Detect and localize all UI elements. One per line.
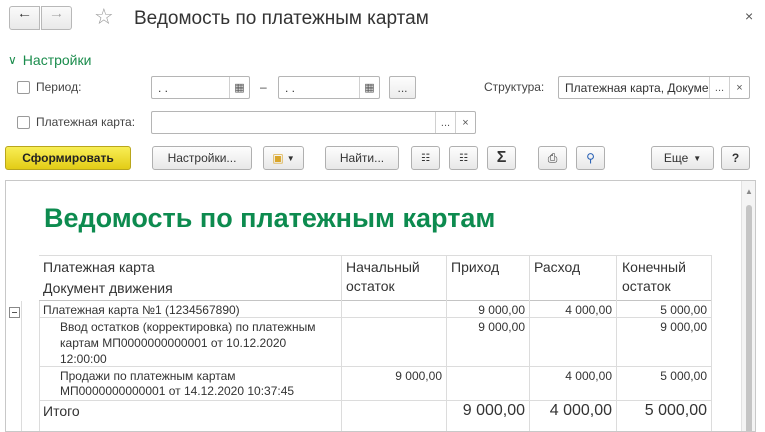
forward-button[interactable]: 🠂 (41, 6, 72, 30)
calendar-icon[interactable]: ▦ (359, 77, 379, 98)
chevron-down-icon: ∨ (8, 53, 17, 67)
table-row-name: картам МП0000000000001 от 10.12.2020 (60, 336, 287, 350)
print-button[interactable]: ⎙ (538, 146, 567, 170)
table-row-name: МП0000000000001 от 14.12.2020 10:37:45 (60, 384, 295, 398)
structure-field[interactable]: Платежная карта, Документ ... × (558, 76, 750, 99)
window-title: Ведомость по платежным картам (134, 8, 429, 29)
structure-select-button[interactable]: ... (709, 77, 729, 98)
table-row-income: 9 000,00 (478, 320, 525, 334)
sum-button[interactable]: Σ (487, 146, 516, 170)
collapse-groups-icon: ☷ (421, 152, 430, 164)
header-income: Приход (451, 259, 500, 275)
period-label: Период: (36, 80, 82, 94)
card-field[interactable]: ... × (151, 111, 476, 134)
save-variant-button[interactable]: ▣ ▼ (263, 146, 304, 170)
settings-toggle[interactable]: ∨ Настройки (8, 52, 91, 68)
period-from-value: . . (158, 80, 169, 95)
table-row-closing: 5 000,00 (660, 369, 707, 383)
total-closing: 5 000,00 (644, 402, 707, 419)
period-select-button[interactable]: ... (389, 76, 416, 99)
header-opening-1: Начальный (346, 259, 420, 275)
more-button[interactable]: Еще ▼ (651, 146, 714, 170)
table-row-name: Ввод остатков (корректировка) по платежн… (60, 320, 316, 334)
chevron-down-icon: ▼ (693, 153, 702, 163)
arrow-right-icon: 🠂 (51, 8, 62, 23)
card-select-button[interactable]: ... (435, 112, 455, 133)
scroll-up-icon[interactable]: ▲ (745, 187, 753, 196)
scroll-thumb[interactable] (746, 205, 752, 431)
table-row-name: Платежная карта №1 (1234567890) (43, 303, 240, 317)
table-row-income: 9 000,00 (478, 303, 525, 317)
structure-value: Платежная карта, Документ (565, 80, 709, 95)
preview-icon: ⚲ (586, 151, 595, 165)
table-row-opening: 9 000,00 (395, 369, 442, 383)
arrow-left-icon: 🠀 (19, 8, 30, 23)
total-label: Итого (43, 403, 80, 419)
period-dash: – (260, 80, 267, 94)
collapse-groups-button[interactable]: ☷ (411, 146, 440, 170)
period-from-field[interactable]: . . ▦ (151, 76, 250, 99)
expand-groups-button[interactable]: ☷ (449, 146, 478, 170)
collapse-group-icon[interactable] (9, 307, 20, 318)
folder-icon: ▣ (272, 151, 284, 165)
chevron-down-icon: ▼ (286, 153, 295, 163)
header-opening-2: остаток (346, 278, 395, 294)
settings-header-label: Настройки (22, 52, 92, 68)
table-row-closing: 5 000,00 (660, 303, 707, 317)
clear-icon[interactable]: × (729, 77, 749, 98)
close-icon[interactable]: × (745, 8, 753, 24)
table-row-closing: 9 000,00 (660, 320, 707, 334)
header-expense: Расход (534, 259, 581, 275)
table-row-expense: 4 000,00 (565, 303, 612, 317)
total-income: 9 000,00 (462, 402, 525, 419)
expand-groups-icon: ☷ (459, 152, 468, 164)
header-card: Платежная карта (43, 259, 155, 275)
header-closing-2: остаток (622, 278, 671, 294)
card-label: Платежная карта: (36, 115, 136, 129)
report-area[interactable]: Ведомость по платежным картам Платежная … (5, 180, 756, 432)
back-button[interactable]: 🠀 (9, 6, 40, 30)
generate-button[interactable]: Сформировать (5, 146, 131, 170)
period-to-field[interactable]: . . ▦ (278, 76, 380, 99)
table-row-name: 12:00:00 (60, 352, 107, 366)
period-to-value: . . (285, 80, 296, 95)
calendar-icon[interactable]: ▦ (229, 77, 249, 98)
period-checkbox[interactable] (17, 81, 30, 94)
structure-label: Структура: (484, 80, 545, 94)
card-checkbox[interactable] (17, 116, 30, 129)
find-button[interactable]: Найти... (325, 146, 399, 170)
vertical-scrollbar[interactable]: ▲ (741, 181, 755, 431)
favorite-star-icon[interactable]: ☆ (94, 5, 114, 29)
header-closing-1: Конечный (622, 259, 686, 275)
more-label: Еще (663, 151, 689, 165)
preview-button[interactable]: ⚲ (576, 146, 605, 170)
header-document: Документ движения (43, 280, 173, 296)
table-row-expense: 4 000,00 (565, 369, 612, 383)
report-title: Ведомость по платежным картам (44, 203, 496, 233)
printer-icon: ⎙ (547, 150, 558, 165)
table-row-name: Продажи по платежным картам (60, 369, 236, 383)
clear-icon[interactable]: × (455, 112, 475, 133)
settings-button[interactable]: Настройки... (152, 146, 252, 170)
help-button[interactable]: ? (721, 146, 750, 170)
total-expense: 4 000,00 (549, 402, 612, 419)
